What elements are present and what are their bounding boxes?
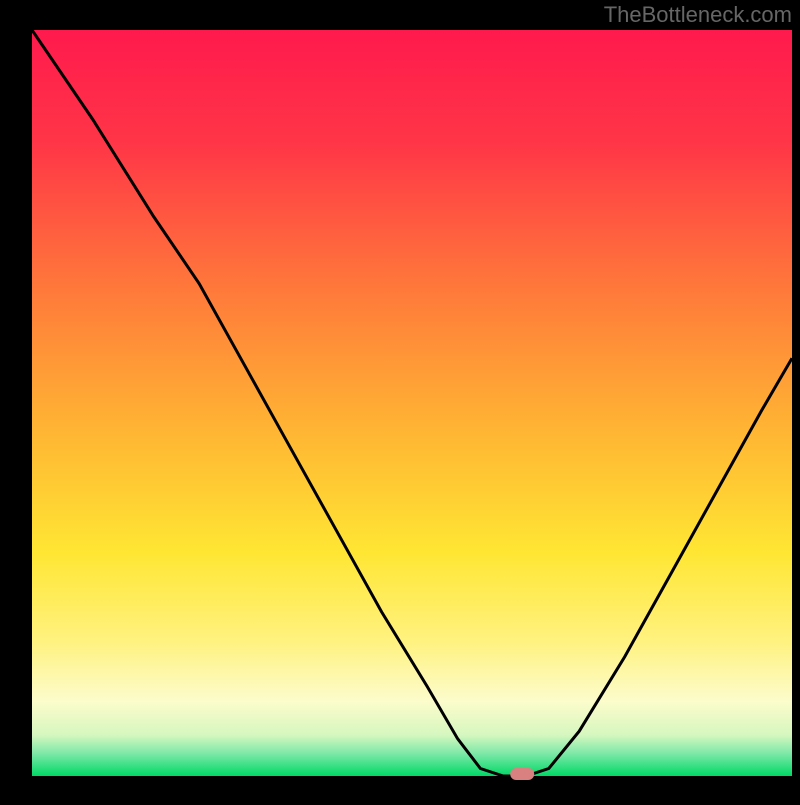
chart-svg [0, 0, 800, 800]
bottleneck-chart [0, 0, 800, 800]
optimal-marker [510, 768, 534, 780]
watermark-text: TheBottleneck.com [604, 2, 792, 28]
